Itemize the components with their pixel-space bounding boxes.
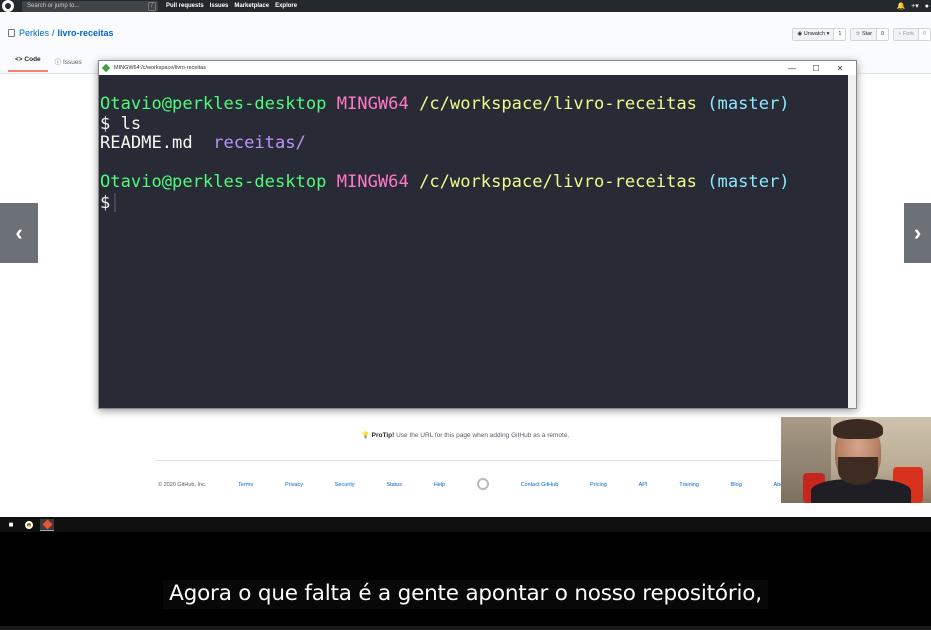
tab-code-label: Code (24, 56, 41, 63)
carousel-prev-button[interactable]: ‹ (0, 203, 38, 263)
terminal-title: MINGW64:/c/workspace/livro-receitas (114, 65, 206, 71)
footer-blog[interactable]: Blog (731, 482, 742, 490)
minimize-button[interactable]: — (780, 64, 804, 73)
footer-security[interactable]: Security (335, 482, 355, 490)
repo-tabs: <> Code ⓘ Issues (8, 53, 89, 72)
repo-book-icon (8, 29, 15, 37)
prompt-path: /c/workspace/livro-receitas (419, 94, 697, 114)
github-mark-icon[interactable] (476, 478, 489, 490)
footer-privacy[interactable]: Privacy (285, 482, 303, 490)
unwatch-label: Unwatch (803, 31, 826, 37)
fork-count: 0 (918, 29, 930, 40)
chevron-left-icon: ‹ (15, 220, 23, 245)
webcam-overlay (781, 417, 931, 503)
terminal-scrollbar[interactable] (848, 75, 856, 408)
github-nav: Pull requests Issues Marketplace Explore (166, 0, 303, 12)
footer-copyright: © 2020 GitHub, Inc. (158, 482, 207, 488)
github-logo-icon[interactable] (2, 0, 14, 12)
footer-pricing[interactable]: Pricing (590, 482, 607, 490)
text-cursor (114, 192, 117, 212)
terminal-window[interactable]: MINGW64:/c/workspace/livro-receitas — ☐ … (98, 60, 857, 409)
fork-label: Fork (902, 31, 914, 37)
star-label: Star (861, 31, 873, 37)
github-header-right: 🔔 +▾ ● (890, 0, 929, 12)
command-line: $ ls (100, 113, 142, 134)
footer-status[interactable]: Status (386, 482, 402, 490)
avatar[interactable]: ● (925, 3, 929, 10)
output-file: README.md (100, 133, 193, 153)
footer-divider (155, 460, 780, 461)
output-directory: receitas/ (213, 133, 306, 153)
chrome-taskbar-icon[interactable] (22, 519, 36, 531)
terminal-titlebar[interactable]: MINGW64:/c/workspace/livro-receitas — ☐ … (99, 61, 856, 75)
repo-owner-link[interactable]: Perkles (19, 28, 49, 38)
create-new-icon[interactable]: +▾ (911, 2, 919, 10)
window-controls: — ☐ ✕ (780, 61, 852, 75)
search-shortcut-key: / (148, 1, 156, 11)
watch-count: 1 (834, 29, 846, 40)
repo-separator: / (52, 28, 55, 38)
chevron-right-icon: › (913, 220, 922, 245)
tab-issues[interactable]: ⓘ Issues (48, 53, 89, 72)
issues-icon: ⓘ (54, 59, 63, 66)
tab-issues-label: Issues (62, 59, 82, 66)
maximize-button[interactable]: ☐ (804, 64, 828, 73)
prompt-user: Otavio@perkles-desktop (100, 94, 327, 114)
footer-contact[interactable]: Contact GitHub (521, 482, 559, 490)
star-count: 0 (877, 29, 889, 40)
close-button[interactable]: ✕ (828, 64, 852, 73)
prompt-path: /c/workspace/livro-receitas (419, 172, 697, 192)
nav-pull-requests[interactable]: Pull requests (166, 0, 204, 12)
video-bottom-strip (0, 626, 931, 630)
footer-help[interactable]: Help (434, 482, 445, 490)
github-footer: © 2020 GitHub, Inc. Terms Privacy Securi… (158, 478, 788, 490)
webcam-presenter-beard (838, 457, 878, 485)
notifications-icon[interactable]: 🔔 (896, 2, 905, 10)
prompt-env: MINGW64 (336, 172, 409, 192)
carousel-next-button[interactable]: › (904, 203, 931, 263)
git-bash-taskbar-icon[interactable] (40, 518, 54, 531)
github-header: Search or jump to... / Pull requests Iss… (0, 0, 931, 12)
repo-title: Perkles / livro-receitas (8, 28, 114, 38)
footer-api[interactable]: API (639, 482, 648, 490)
fork-button[interactable]: ⑂ Fork 0 (893, 28, 931, 41)
prompt-user: Otavio@perkles-desktop (100, 172, 327, 192)
footer-terms[interactable]: Terms (238, 482, 253, 490)
video-subtitle: Agora o que falta é a gente apontar o no… (0, 580, 931, 609)
nav-marketplace[interactable]: Marketplace (234, 0, 269, 12)
windows-taskbar: ■ (0, 517, 931, 532)
video-frame: Search or jump to... / Pull requests Iss… (0, 0, 931, 630)
github-search-input[interactable]: Search or jump to... / (22, 0, 158, 12)
lightbulb-icon: 💡 (361, 432, 372, 439)
nav-explore[interactable]: Explore (275, 0, 297, 12)
code-icon: <> (15, 56, 25, 63)
terminal-output[interactable]: Otavio@perkles-desktop MINGW64 /c/worksp… (99, 75, 856, 213)
task-view-icon[interactable]: ■ (4, 519, 18, 531)
prompt-env: MINGW64 (336, 94, 409, 114)
unwatch-button[interactable]: ◉ Unwatch ▾ 1 (792, 28, 847, 41)
protip-text: Use the URL for this page when adding Gi… (396, 432, 570, 439)
prompt-branch: (master) (707, 94, 790, 114)
repo-actions: ◉ Unwatch ▾ 1 ☆ Star 0 ⑂ Fork 0 (788, 28, 931, 41)
star-button[interactable]: ☆ Star 0 (850, 28, 890, 41)
search-placeholder: Search or jump to... (27, 2, 80, 9)
nav-issues[interactable]: Issues (210, 0, 229, 12)
protip-label: ProTip! (371, 432, 395, 439)
git-bash-icon (101, 63, 111, 73)
tab-code[interactable]: <> Code (8, 53, 48, 72)
subtitle-text: Agora o que falta é a gente apontar o no… (163, 580, 768, 609)
footer-training[interactable]: Training (679, 482, 699, 490)
repo-name-link[interactable]: livro-receitas (58, 28, 114, 38)
webcam-presenter-hair (833, 419, 883, 439)
prompt-symbol: $ (100, 192, 111, 213)
prompt-branch: (master) (707, 172, 790, 192)
